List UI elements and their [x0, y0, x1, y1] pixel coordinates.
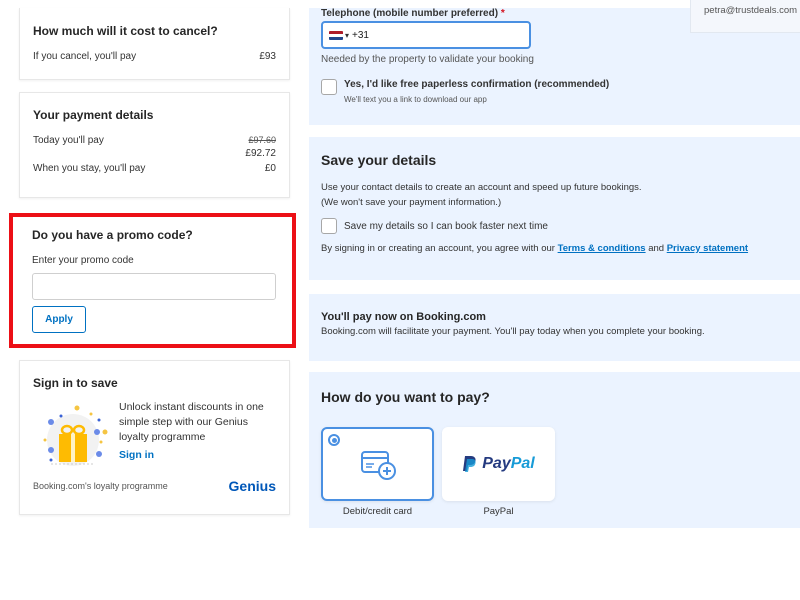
- phone-label: Telephone (mobile number preferred) *: [321, 8, 505, 19]
- card-option-box[interactable]: [321, 427, 434, 501]
- booking-notice-panel: You'll pay now on Booking.com Booking.co…: [309, 294, 800, 361]
- terms-and: and: [648, 243, 665, 254]
- privacy-link[interactable]: Privacy statement: [667, 243, 748, 254]
- promo-code-title: Do you have a promo code?: [32, 228, 193, 242]
- paypal-logo: Pay Pal: [462, 455, 535, 473]
- cancellation-cost-title: How much will it cost to cancel?: [33, 24, 218, 38]
- gift-icon: [33, 400, 113, 472]
- terms-notice: By signing in or creating an account, yo…: [321, 243, 788, 254]
- terms-prefix: By signing in or creating an account, yo…: [321, 243, 555, 254]
- phone-label-text: Telephone (mobile number preferred): [321, 8, 499, 19]
- paypal-logo-pal: Pal: [510, 455, 535, 472]
- payment-method-panel: How do you want to pay? Debit/credit car…: [309, 372, 800, 528]
- paperless-checkbox[interactable]: [321, 79, 337, 95]
- save-details-checkbox[interactable]: [321, 218, 337, 234]
- payment-details-title: Your payment details: [33, 108, 154, 122]
- payment-method-paypal[interactable]: Pay Pal PayPal: [442, 427, 555, 517]
- promo-code-card: Do you have a promo code? Enter your pro…: [19, 218, 290, 343]
- save-details-desc-1: Use your contact details to create an ac…: [321, 182, 642, 193]
- credit-card-add-icon: [360, 451, 396, 480]
- payment-details-card: Your payment details Today you'll pay £9…: [19, 92, 290, 198]
- discounted-price: £92.72: [245, 148, 276, 159]
- loyalty-programme-text: Booking.com's loyalty programme: [33, 481, 168, 491]
- chevron-down-icon[interactable]: ▾: [345, 31, 349, 40]
- save-details-panel: Save your details Use your contact detai…: [309, 137, 800, 280]
- save-details-option[interactable]: Save my details so I can book faster nex…: [321, 218, 788, 234]
- cancellation-cost-label: If you cancel, you'll pay: [33, 51, 137, 62]
- phone-value[interactable]: +31: [352, 30, 369, 41]
- required-mark: *: [500, 8, 505, 19]
- sign-in-title: Sign in to save: [33, 376, 118, 390]
- sign-in-link[interactable]: Sign in: [119, 448, 154, 463]
- cancellation-cost-value: £93: [259, 51, 276, 62]
- apply-promo-button[interactable]: Apply: [32, 306, 86, 333]
- booking-notice-text: Booking.com will facilitate your payment…: [321, 326, 705, 337]
- save-details-label: Save my details so I can book faster nex…: [344, 220, 548, 232]
- phone-help-text: Needed by the property to validate your …: [321, 54, 534, 65]
- paypal-option-label: PayPal: [483, 506, 514, 517]
- phone-input[interactable]: ▾ +31: [321, 21, 531, 49]
- promo-code-input[interactable]: [32, 273, 276, 300]
- card-option-label: Debit/credit card: [342, 506, 413, 517]
- paperless-confirmation-option[interactable]: Yes, I'd like free paperless confirmatio…: [321, 79, 609, 104]
- paperless-label: Yes, I'd like free paperless confirmatio…: [344, 79, 610, 90]
- promo-code-label: Enter your promo code: [32, 255, 134, 266]
- stay-pay-row: When you stay, you'll pay £0: [33, 163, 276, 174]
- genius-logo: Genius: [228, 478, 276, 494]
- email-display: petra@trustdeals.com: [690, 0, 800, 33]
- payment-method-card[interactable]: Debit/credit card: [321, 427, 434, 517]
- radio-selected-icon[interactable]: [328, 434, 340, 446]
- paperless-sublabel: We'll text you a link to download our ap…: [344, 95, 487, 104]
- sign-in-card: Sign in to save Unlock instant discounts…: [19, 360, 290, 515]
- sign-in-description: Unlock instant discounts in one simple s…: [119, 401, 264, 443]
- booking-notice-title: You'll pay now on Booking.com: [321, 311, 486, 323]
- paypal-logo-pay: Pay: [482, 455, 511, 472]
- stay-pay-label: When you stay, you'll pay: [33, 163, 146, 174]
- payment-method-title: How do you want to pay?: [321, 389, 490, 405]
- original-price: £97.60: [248, 135, 276, 145]
- paypal-option-box[interactable]: Pay Pal: [442, 427, 555, 501]
- cancellation-cost-card: How much will it cost to cancel? If you …: [19, 8, 290, 80]
- stay-pay-value: £0: [264, 163, 276, 174]
- save-details-desc-2: (We won't save your payment information.…: [321, 197, 502, 208]
- paypal-p-icon: [463, 456, 476, 472]
- today-pay-label: Today you'll pay: [33, 135, 104, 146]
- cancellation-cost-row: If you cancel, you'll pay £93: [33, 51, 276, 62]
- save-details-title: Save your details: [321, 152, 437, 168]
- today-pay-row: Today you'll pay £97.60 £92.72: [33, 135, 276, 159]
- netherlands-flag-icon[interactable]: [329, 30, 343, 40]
- terms-link[interactable]: Terms & conditions: [558, 243, 646, 254]
